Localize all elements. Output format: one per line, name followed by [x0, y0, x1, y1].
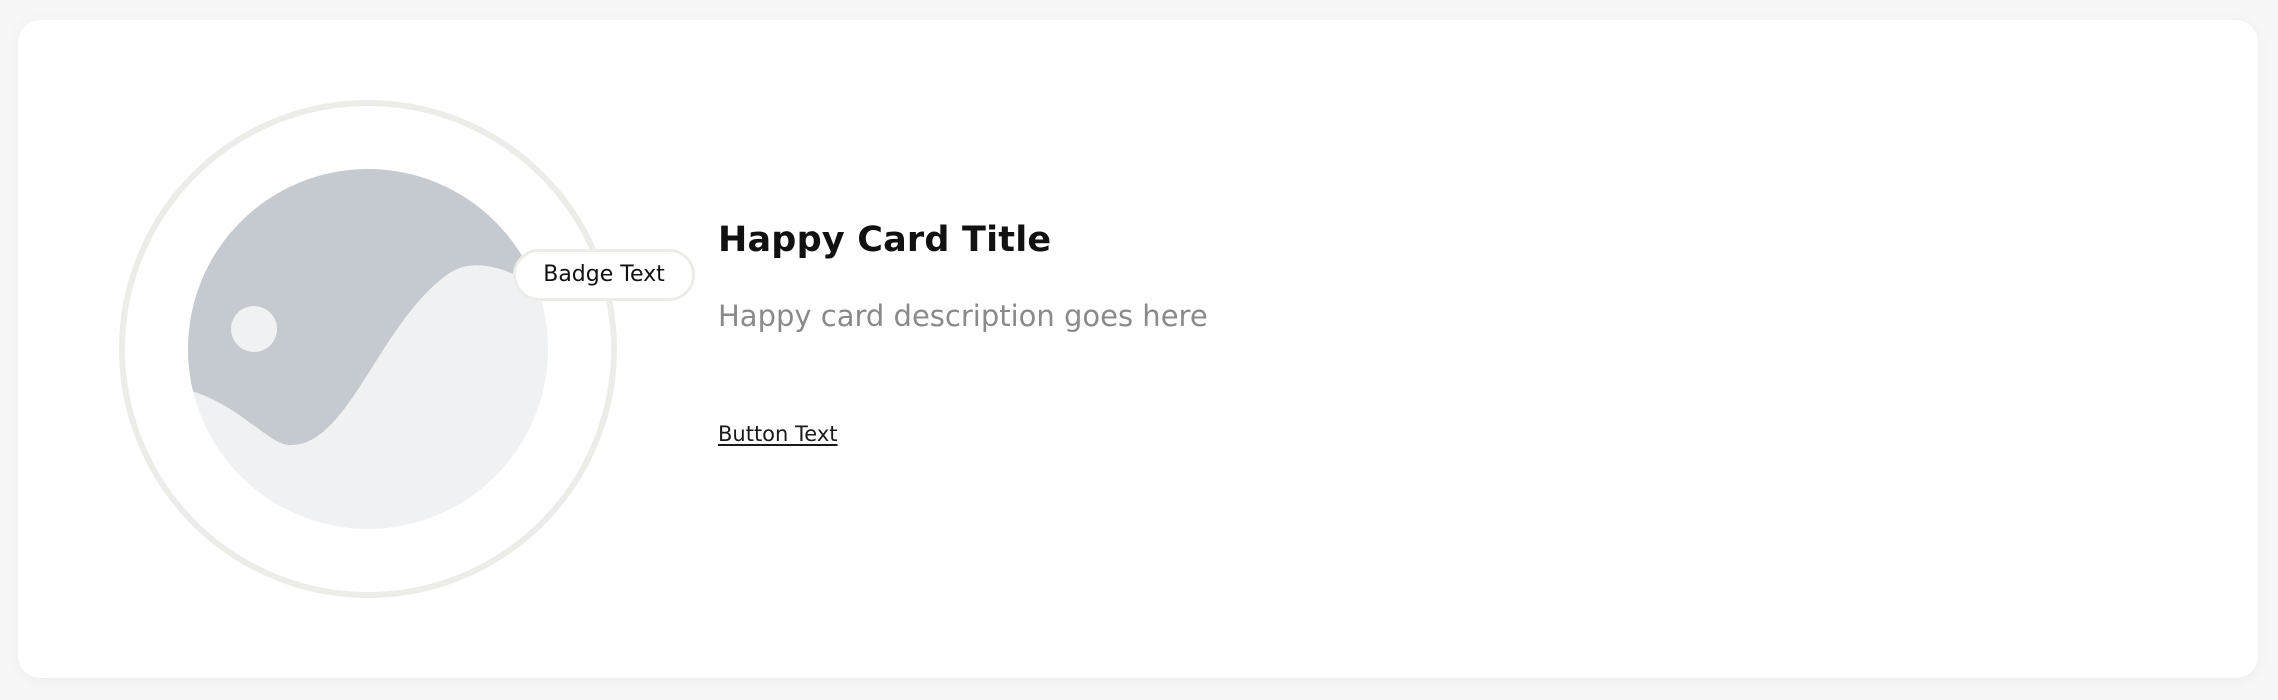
card-title: Happy Card Title: [718, 220, 1052, 260]
card-media: Badge Text: [118, 99, 695, 599]
happy-card: Badge Text Happy Card Title Happy card d…: [18, 20, 2258, 678]
card-badge: Badge Text: [513, 249, 695, 301]
card-action-button[interactable]: Button Text: [718, 422, 838, 446]
placeholder-sun: [231, 306, 277, 352]
image-placeholder-icon: [119, 100, 617, 598]
card-description: Happy card description goes here: [718, 299, 1208, 333]
